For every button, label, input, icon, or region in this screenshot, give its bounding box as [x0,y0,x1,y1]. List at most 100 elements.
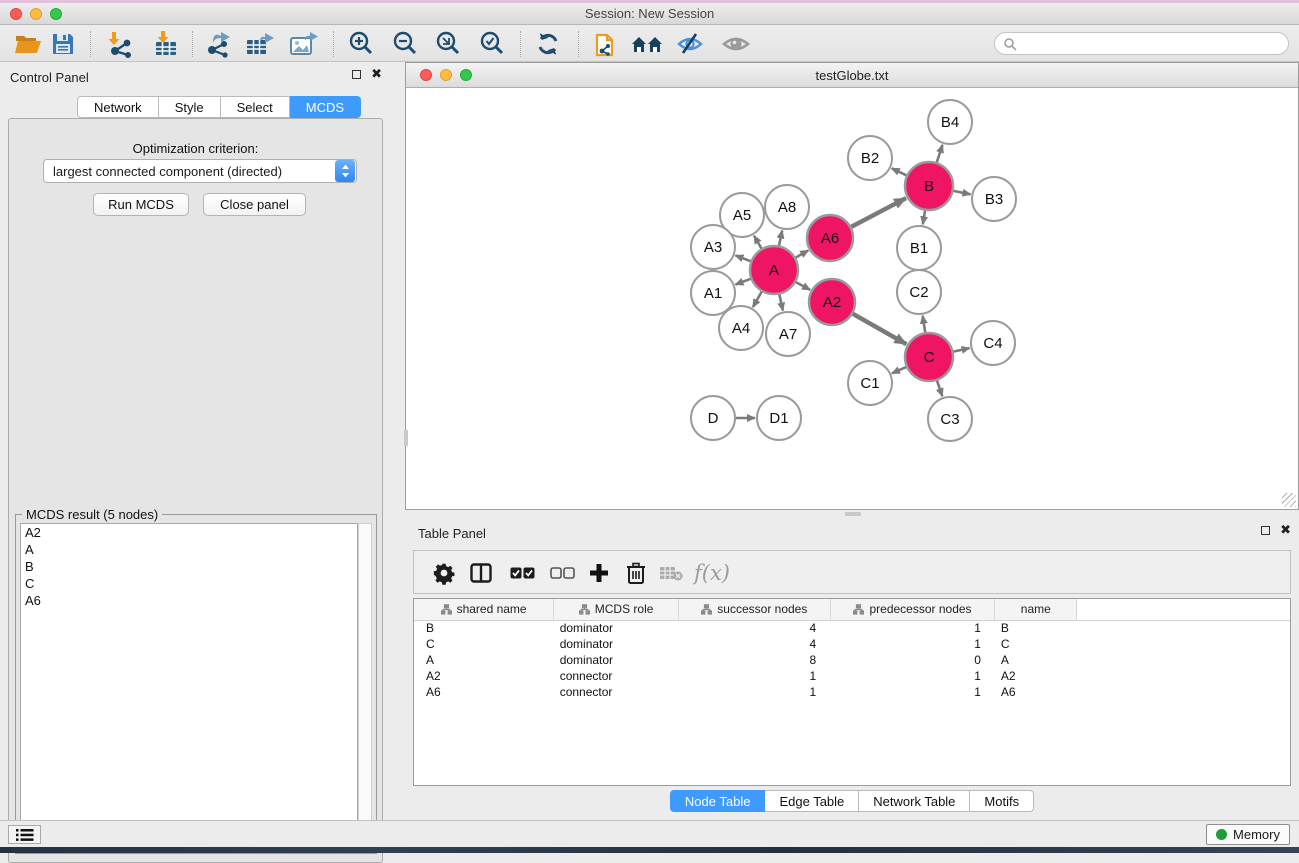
tab-mcds[interactable]: MCDS [290,96,361,118]
graph-edge-A2-C[interactable] [853,314,907,344]
deselect-all-checkboxes-icon[interactable] [545,557,579,589]
mcds-result-item[interactable]: A2 [21,524,357,541]
table-row[interactable]: Adominator80A [414,652,1290,668]
tab-network-table[interactable]: Network Table [859,790,970,812]
table-cell[interactable]: A [414,652,554,668]
table-cell[interactable]: C [414,636,554,652]
search-box[interactable] [994,32,1289,55]
zoom-fit-icon[interactable] [431,29,465,59]
node-table[interactable]: shared nameMCDS rolesuccessor nodesprede… [413,598,1291,786]
mcds-result-item[interactable]: A [21,541,357,558]
select-all-checkboxes-icon[interactable] [505,557,539,589]
search-input[interactable] [1017,37,1288,51]
window-resize-grip[interactable] [1282,493,1296,507]
graph-edge-B-B4[interactable] [937,145,943,162]
graph-edge-B-B3[interactable] [954,191,971,194]
run-mcds-button[interactable]: Run MCDS [93,193,189,216]
table-cell[interactable]: 4 [678,620,830,636]
mcds-result-item[interactable]: C [21,575,357,592]
column-header-name[interactable]: name [995,599,1077,620]
table-cell[interactable]: A2 [995,668,1077,684]
tab-style[interactable]: Style [159,96,221,118]
graph-edge-B-B2[interactable] [892,168,907,175]
vertical-splitter-handle[interactable] [404,430,408,446]
table-cell[interactable]: connector [554,668,679,684]
tab-select[interactable]: Select [221,96,290,118]
close-panel-button[interactable]: Close panel [203,193,306,216]
tab-motifs[interactable]: Motifs [970,790,1034,812]
zoom-selected-icon[interactable] [475,29,509,59]
table-row[interactable]: Bdominator41B [414,620,1290,636]
column-header-MCDS-role[interactable]: MCDS role [554,599,679,620]
table-options-gear-icon[interactable] [427,557,461,589]
graph-edge-A-A3[interactable] [735,255,750,261]
table-cell[interactable]: 4 [678,636,830,652]
graph-edge-A-A2[interactable] [796,282,810,290]
table-cell[interactable]: A6 [995,684,1077,700]
zoom-out-icon[interactable] [388,29,422,59]
table-cell[interactable]: 1 [830,620,995,636]
table-cell[interactable]: 1 [830,636,995,652]
table-cell[interactable]: 1 [830,684,995,700]
table-cell[interactable]: 1 [678,668,830,684]
column-header-shared-name[interactable]: shared name [414,599,554,620]
graph-edge-A-A1[interactable] [735,279,750,285]
graph-edge-A-A6[interactable] [796,250,809,257]
table-cell[interactable]: B [995,620,1077,636]
table-cell[interactable]: dominator [554,636,679,652]
table-cell[interactable]: A [995,652,1077,668]
close-table-panel-icon[interactable]: ✖ [1280,525,1291,535]
export-table-icon[interactable] [243,29,277,59]
show-all-networks-icon[interactable] [630,29,664,59]
graph-edge-A-A7[interactable] [779,294,783,310]
refresh-icon[interactable] [531,29,565,59]
import-network-icon[interactable] [103,29,137,59]
horizontal-splitter-handle[interactable] [845,512,861,516]
delete-table-icon[interactable] [654,557,688,589]
task-history-button[interactable] [8,825,41,844]
optimization-criterion-dropdown[interactable]: largest connected component (directed) [43,159,357,183]
memory-button[interactable]: Memory [1206,824,1290,845]
column-header-predecessor-nodes[interactable]: predecessor nodes [830,599,995,620]
open-file-icon[interactable] [11,29,45,59]
table-cell[interactable]: 8 [678,652,830,668]
export-network-icon[interactable] [201,29,235,59]
graph-edge-A6-B[interactable] [851,198,906,227]
float-panel-icon[interactable] [352,70,361,79]
function-builder-icon[interactable]: f(x) [690,557,734,589]
tab-node-table[interactable]: Node Table [670,790,766,812]
mcds-result-item[interactable]: B [21,558,357,575]
table-cell[interactable]: connector [554,684,679,700]
table-cell[interactable]: 1 [678,684,830,700]
zoom-in-icon[interactable] [344,29,378,59]
column-header-successor-nodes[interactable]: successor nodes [678,599,830,620]
graph-edge-B-B1[interactable] [923,211,925,225]
network-window-titlebar[interactable]: testGlobe.txt [406,63,1298,88]
show-selection-icon[interactable] [719,29,753,59]
mcds-result-item[interactable]: A6 [21,592,357,609]
table-row[interactable]: A6connector11A6 [414,684,1290,700]
table-row[interactable]: Cdominator41C [414,636,1290,652]
float-table-panel-icon[interactable] [1261,526,1270,535]
table-cell[interactable]: 1 [830,668,995,684]
mcds-result-list[interactable]: A2ABCA6 [20,523,358,849]
graph-edge-A-A8[interactable] [779,231,782,246]
table-cell[interactable]: B [414,620,554,636]
show-columns-icon[interactable] [464,557,498,589]
graph-edge-A-A5[interactable] [754,236,761,249]
table-cell[interactable]: C [995,636,1077,652]
graph-edge-C-C1[interactable] [892,367,906,373]
tab-network[interactable]: Network [77,96,159,118]
graph-edge-C-C4[interactable] [953,348,969,352]
table-cell[interactable]: dominator [554,652,679,668]
table-cell[interactable]: A2 [414,668,554,684]
graph-edge-C-C3[interactable] [937,381,942,397]
table-cell[interactable]: 0 [830,652,995,668]
close-panel-icon[interactable]: ✖ [371,69,382,79]
hide-selection-icon[interactable] [673,29,707,59]
create-column-icon[interactable] [582,557,616,589]
table-row[interactable]: A2connector11A2 [414,668,1290,684]
graph-edge-C-C2[interactable] [923,316,926,333]
duplicate-network-icon[interactable] [589,29,623,59]
table-cell[interactable]: A6 [414,684,554,700]
